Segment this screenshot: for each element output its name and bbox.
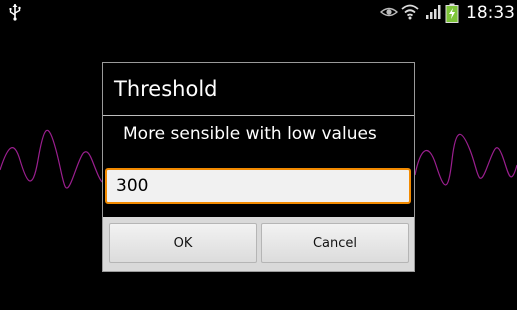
status-bar: 18:33: [0, 0, 517, 25]
signal-icon: [426, 5, 441, 19]
ok-button[interactable]: OK: [109, 223, 257, 263]
threshold-dialog: Threshold More sensible with low values …: [102, 62, 415, 272]
threshold-input[interactable]: [105, 168, 411, 204]
dialog-title: Threshold: [114, 77, 218, 101]
title-divider: [103, 115, 414, 116]
usb-icon: [9, 4, 21, 21]
wifi-icon: [401, 4, 419, 20]
status-clock: 18:33: [466, 3, 515, 23]
cancel-button[interactable]: Cancel: [261, 223, 409, 263]
dialog-button-bar: OK Cancel: [103, 217, 414, 271]
dialog-message: More sensible with low values: [123, 124, 377, 144]
eye-icon: [380, 7, 398, 17]
battery-charging-icon: [445, 3, 459, 23]
